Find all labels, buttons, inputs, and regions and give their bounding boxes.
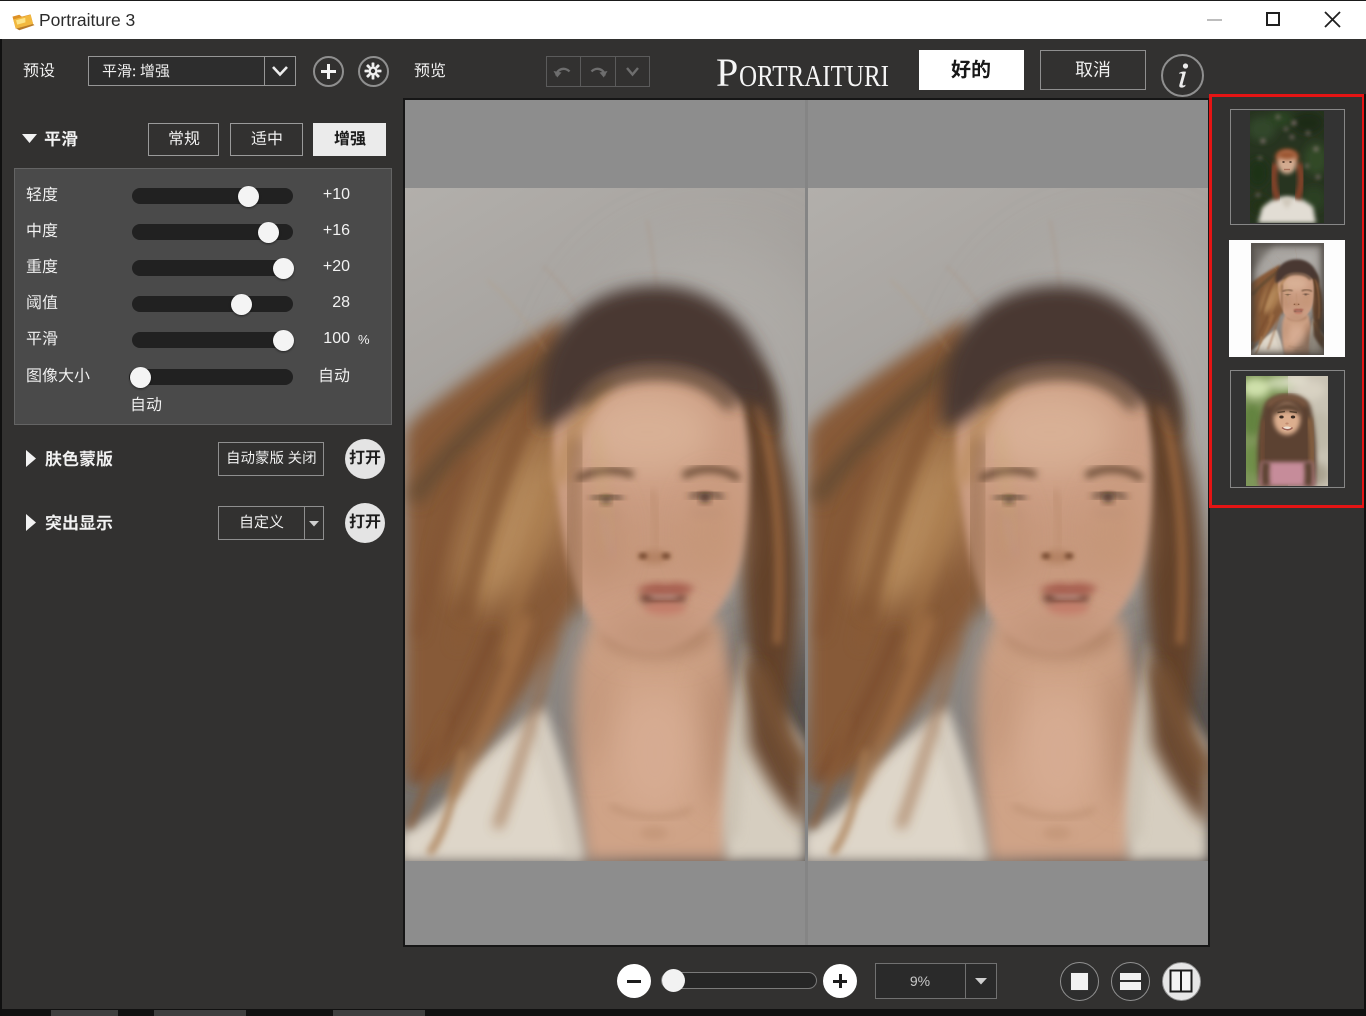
- svg-text:ORTRAITURI: ORTRAITURI: [739, 58, 889, 92]
- svg-text:P: P: [716, 50, 738, 92]
